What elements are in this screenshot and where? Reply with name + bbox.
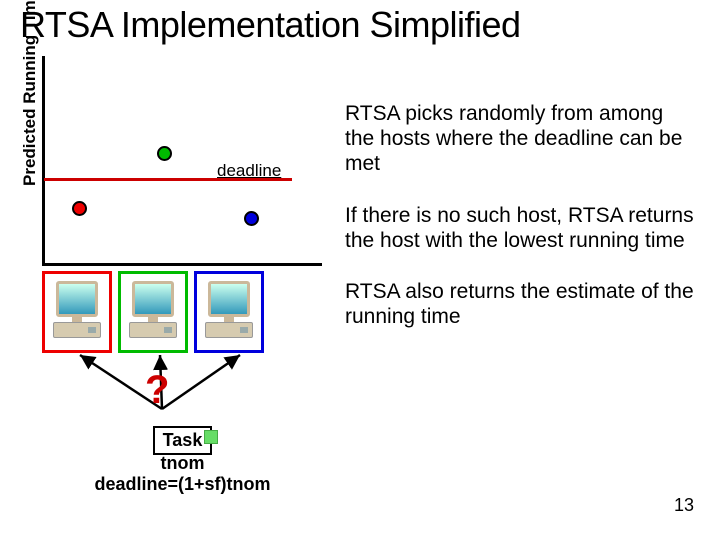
x-axis <box>42 263 322 266</box>
deadline-label: deadline <box>217 161 281 181</box>
point-green-host <box>157 146 172 161</box>
desc-p2: If there is no such host, RTSA returns t… <box>345 203 697 253</box>
description-text: RTSA picks randomly from among the hosts… <box>345 101 697 355</box>
desc-p1: RTSA picks randomly from among the hosts… <box>345 101 697 177</box>
task-tnom: tnom <box>80 453 285 474</box>
point-red-host <box>72 201 87 216</box>
hosts-row <box>42 271 264 353</box>
task-title: Task <box>163 430 203 450</box>
y-axis-label: Predicted Running Time <box>20 0 40 186</box>
question-mark-icon: ? <box>145 368 169 413</box>
task-deadline-formula: deadline=(1+sf)tnom <box>80 474 285 495</box>
host-blue <box>194 271 264 353</box>
content-area: Predicted Running Time deadline <box>0 46 720 526</box>
arrows-to-task <box>42 351 302 411</box>
page-number: 13 <box>674 495 694 516</box>
point-blue-host <box>244 211 259 226</box>
task-box: Task tnom deadline=(1+sf)tnom <box>80 426 285 495</box>
page-title: RTSA Implementation Simplified <box>20 4 720 46</box>
computer-icon <box>129 281 177 343</box>
desc-p3: RTSA also returns the estimate of the ru… <box>345 279 697 329</box>
host-red <box>42 271 112 353</box>
host-green <box>118 271 188 353</box>
task-title-box: Task <box>153 426 213 455</box>
y-axis <box>42 56 45 266</box>
green-swatch-icon <box>204 430 218 444</box>
computer-icon <box>205 281 253 343</box>
computer-icon <box>53 281 101 343</box>
running-time-chart: deadline <box>42 56 322 266</box>
